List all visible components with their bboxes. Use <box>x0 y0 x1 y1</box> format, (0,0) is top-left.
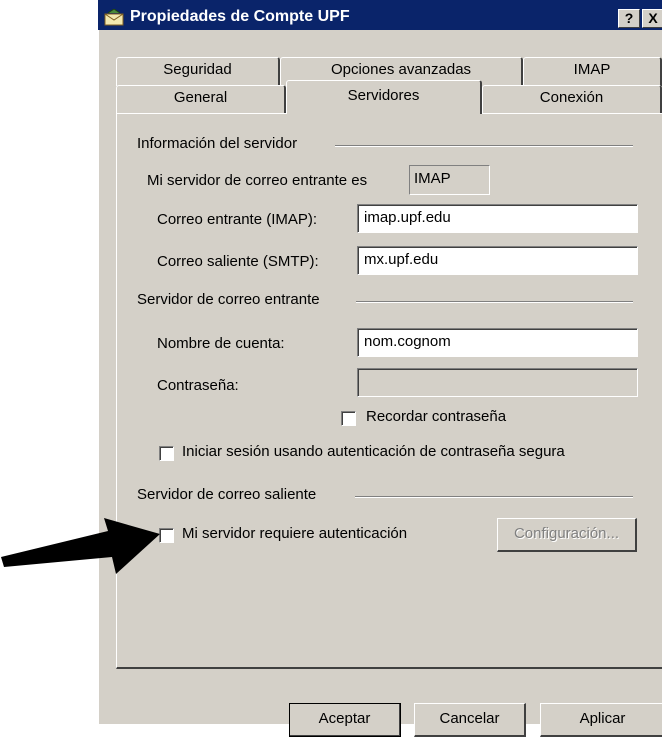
help-button[interactable]: ? <box>618 9 640 28</box>
tab-seguridad[interactable]: Seguridad <box>116 57 280 86</box>
mail-account-icon <box>104 9 124 26</box>
window-title: Propiedades de Compte UPF <box>130 8 350 25</box>
account-name-label: Nombre de cuenta: <box>157 335 285 352</box>
incoming-server-group-title: Servidor de correo entrante <box>137 291 320 308</box>
group-divider <box>335 145 633 147</box>
smtp-settings-button[interactable]: Configuración... <box>497 518 637 552</box>
group-divider <box>355 496 633 498</box>
account-name-input[interactable]: nom.cognom <box>357 328 638 357</box>
server-info-group-title: Información del servidor <box>137 135 298 152</box>
incoming-server-label: Correo entrante (IMAP): <box>157 211 318 228</box>
outgoing-server-input[interactable]: mx.upf.edu <box>357 246 638 275</box>
close-button[interactable]: X <box>642 9 662 28</box>
tab-conexion[interactable]: Conexión <box>482 85 662 114</box>
password-input[interactable] <box>357 368 638 397</box>
password-label: Contraseña: <box>157 377 239 394</box>
remember-password-label: Recordar contraseña <box>366 408 507 425</box>
smtp-auth-label: Mi servidor requiere autenticación <box>182 525 408 542</box>
group-divider <box>356 301 633 303</box>
incoming-server-input[interactable]: imap.upf.edu <box>357 204 638 233</box>
outgoing-server-label: Correo saliente (SMTP): <box>157 253 319 270</box>
cancel-button[interactable]: Cancelar <box>414 703 526 737</box>
apply-button[interactable]: Aplicar <box>540 703 662 737</box>
annotation-arrow-icon <box>1 518 160 574</box>
ok-button[interactable]: Aceptar <box>289 703 401 737</box>
incoming-type-label: Mi servidor de correo entrante es <box>147 172 368 189</box>
secure-password-auth-label: Iniciar sesión usando autenticación de c… <box>182 443 565 460</box>
secure-password-auth-checkbox[interactable] <box>159 446 174 461</box>
tab-imap[interactable]: IMAP <box>523 57 662 86</box>
outgoing-server-group-title: Servidor de correo saliente <box>137 486 317 503</box>
incoming-type-value: IMAP <box>409 165 490 195</box>
tab-general[interactable]: General <box>116 85 286 114</box>
remember-password-checkbox[interactable] <box>341 411 356 426</box>
tab-servidores[interactable]: Servidores <box>286 80 482 114</box>
